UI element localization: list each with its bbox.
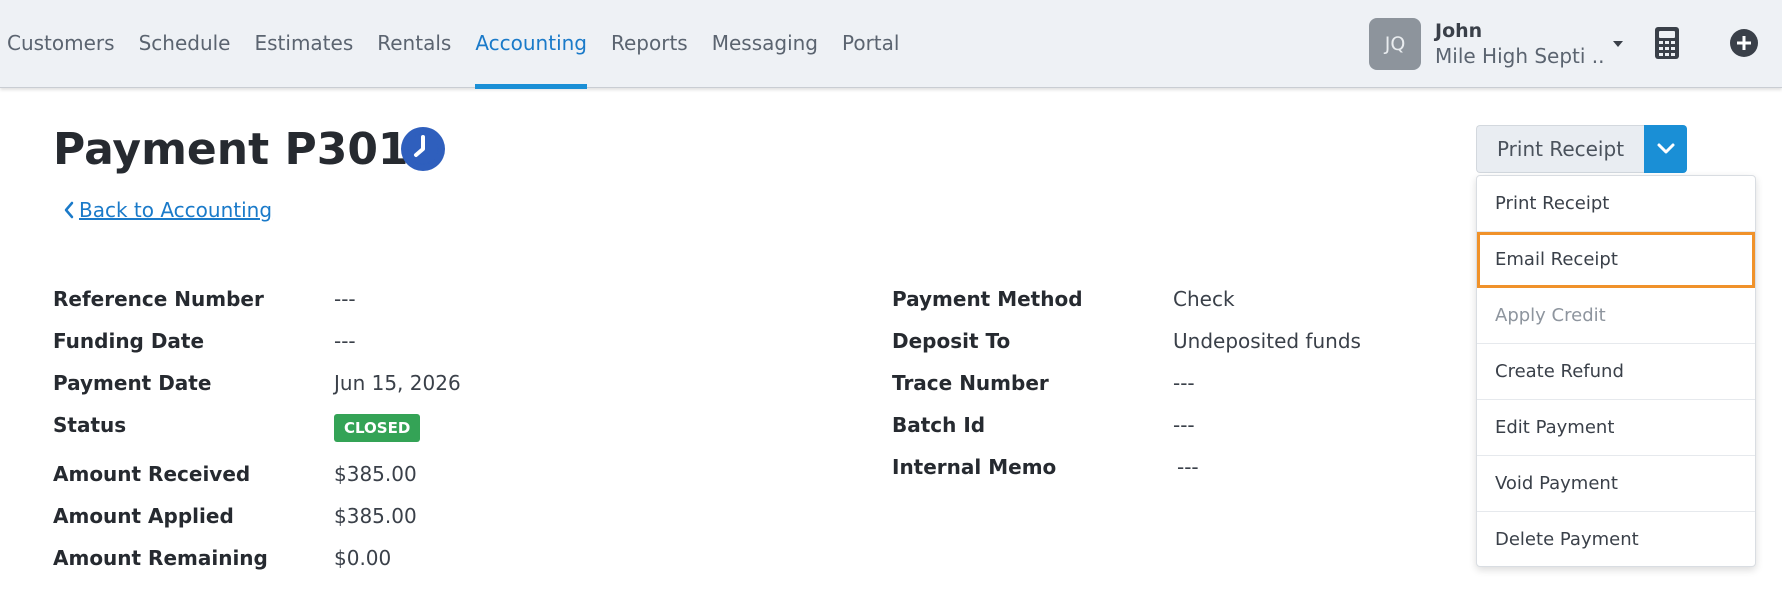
detail-label: Reference Number [53,287,264,311]
page-title: Payment P3012 [53,124,440,175]
detail-funding-date: Funding Date --- [53,326,753,356]
detail-value: Check [1173,287,1235,311]
detail-value: --- [1173,413,1195,437]
nav-rentals[interactable]: Rentals [365,0,463,88]
clock-icon[interactable] [400,126,446,172]
detail-payment-method: Payment Method Check [892,284,1452,314]
detail-label: Deposit To [892,329,1011,353]
menu-item-edit-payment[interactable]: Edit Payment [1477,400,1755,456]
menu-item-email-receipt[interactable]: Email Receipt [1477,232,1755,288]
nav-accounting[interactable]: Accounting [463,0,599,89]
detail-label: Trace Number [892,371,1049,395]
detail-value: Undeposited funds [1173,329,1361,353]
calculator-button[interactable] [1653,26,1681,60]
detail-value: CLOSED [334,411,421,442]
menu-item-print-receipt[interactable]: Print Receipt [1477,176,1755,232]
detail-trace-number: Trace Number --- [892,368,1452,398]
detail-value: --- [1173,371,1195,395]
nav-messaging[interactable]: Messaging [700,0,830,88]
detail-value: $0.00 [334,546,392,570]
detail-amount-received: Amount Received $385.00 [53,459,753,489]
menu-item-delete-payment[interactable]: Delete Payment [1477,512,1755,568]
main-nav: Customers Schedule Estimates Rentals Acc… [0,0,911,89]
detail-payment-date: Payment Date Jun 15, 2026 [53,368,753,398]
detail-value: $385.00 [334,504,417,528]
detail-amount-remaining: Amount Remaining $0.00 [53,543,753,573]
detail-label: Batch Id [892,413,986,437]
add-button[interactable] [1729,28,1759,58]
user-menu[interactable]: JQ John Mile High Septi ... [1369,18,1623,70]
plus-circle-icon [1730,29,1758,57]
detail-reference-number: Reference Number --- [53,284,753,314]
detail-label: Amount Received [53,462,251,486]
nav-estimates[interactable]: Estimates [242,0,365,88]
nav-customers[interactable]: Customers [0,0,127,88]
nav-portal[interactable]: Portal [830,0,911,88]
menu-item-create-refund[interactable]: Create Refund [1477,344,1755,400]
detail-internal-memo: Internal Memo --- [892,452,1452,482]
actions-menu: Print Receipt Email Receipt Apply Credit… [1476,175,1756,567]
detail-label: Amount Remaining [53,546,268,570]
back-to-accounting-link[interactable]: Back to Accounting [62,198,272,222]
detail-label: Internal Memo [892,455,1057,479]
detail-label: Funding Date [53,329,205,353]
menu-item-void-payment[interactable]: Void Payment [1477,456,1755,512]
user-info: John Mile High Septi ... [1435,19,1603,70]
detail-value[interactable]: --- [1177,452,1199,482]
user-company: Mile High Septi ... [1435,43,1603,68]
menu-item-apply-credit: Apply Credit [1477,288,1755,344]
detail-status: Status CLOSED [53,410,753,442]
detail-value: --- [334,329,356,353]
detail-label: Amount Applied [53,504,234,528]
detail-label: Payment Date [53,371,212,395]
detail-amount-applied: Amount Applied $385.00 [53,501,753,531]
detail-value: --- [334,287,356,311]
nav-reports[interactable]: Reports [599,0,700,88]
detail-batch-id: Batch Id --- [892,410,1452,440]
calculator-icon [1655,27,1679,59]
print-receipt-button[interactable]: Print Receipt [1476,125,1644,173]
caret-down-icon [1613,41,1623,47]
avatar: JQ [1369,18,1421,70]
chevron-left-icon [64,201,74,219]
actions-dropdown-toggle[interactable] [1644,125,1687,173]
top-navigation-bar: Customers Schedule Estimates Rentals Acc… [0,0,1782,89]
detail-label: Payment Method [892,287,1083,311]
chevron-down-icon [1657,143,1674,154]
nav-schedule[interactable]: Schedule [127,0,243,88]
detail-label: Status [53,413,127,437]
user-name: John [1435,19,1483,42]
back-link-label: Back to Accounting [79,198,273,222]
detail-deposit-to: Deposit To Undeposited funds [892,326,1452,356]
detail-value: $385.00 [334,462,417,486]
status-badge: CLOSED [334,413,421,442]
detail-value: Jun 15, 2026 [334,371,461,395]
